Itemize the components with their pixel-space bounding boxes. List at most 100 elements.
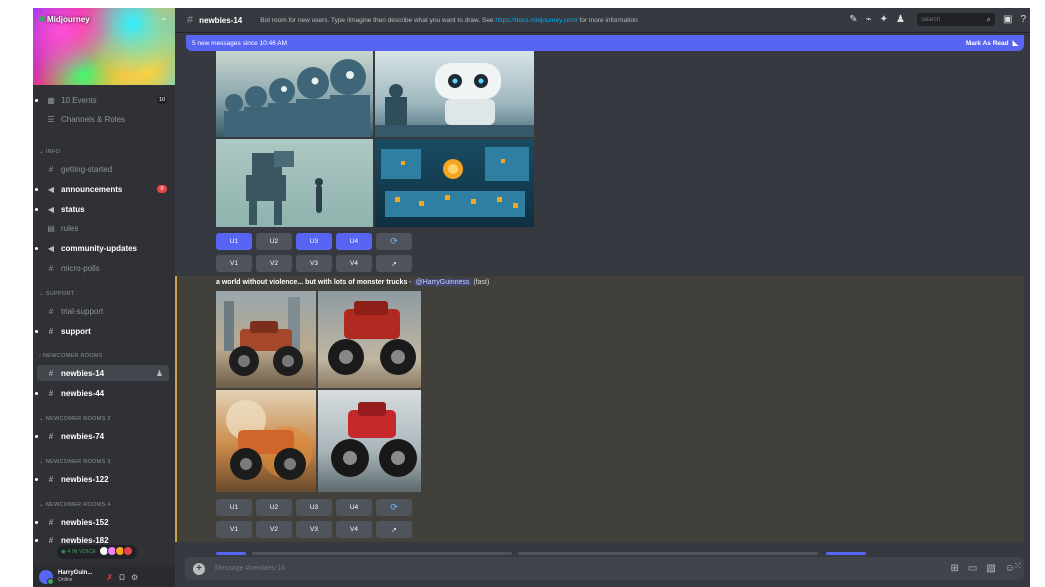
next-message-preview [216, 549, 896, 557]
open-web-button[interactable]: ↗ [376, 521, 412, 538]
sidebar-item-label: micro-polls [61, 263, 100, 273]
u3-button[interactable]: U3 [296, 233, 332, 250]
user-info[interactable]: HarryGuin... Online [58, 570, 92, 584]
category-info[interactable]: ⌄ INFO [39, 149, 60, 155]
speed-label: (fast) [471, 279, 490, 286]
voice-status-pill[interactable]: ◉ 4 IN VOICE [57, 545, 138, 559]
user-mention[interactable]: @HarryGuinness [413, 279, 472, 286]
v3-button[interactable]: V3 [296, 255, 332, 272]
server-banner[interactable]: Midjourney ⌄ [33, 8, 175, 85]
threads-icon[interactable]: ✎ [849, 14, 857, 25]
add-member-icon[interactable]: ♟ [156, 369, 163, 378]
image-tile[interactable] [375, 51, 534, 137]
sidebar-item-newbies-44[interactable]: # newbies-44 [33, 385, 175, 401]
search-box[interactable]: ⌕ [916, 13, 995, 26]
image-tile[interactable] [318, 291, 421, 388]
megaphone-icon: ◀ [47, 243, 55, 253]
image-grid-trucks[interactable] [216, 291, 421, 492]
image-tile[interactable] [216, 51, 373, 137]
v1-button[interactable]: V1 [216, 255, 252, 272]
help-icon[interactable]: ? [1020, 14, 1026, 25]
u1-button[interactable]: U1 [216, 499, 252, 516]
mic-muted-icon[interactable]: ✗ [106, 573, 113, 582]
sidebar-item-support[interactable]: # support [33, 323, 175, 339]
v4-button[interactable]: V4 [336, 255, 372, 272]
hash-icon: # [48, 388, 54, 398]
sidebar-item-newbies-122[interactable]: # newbies-122 [33, 471, 175, 487]
v4-button[interactable]: V4 [336, 521, 372, 538]
u2-button[interactable]: U2 [256, 499, 292, 516]
headphones-icon[interactable]: Ω [119, 573, 125, 582]
robot-lab-image [375, 63, 534, 137]
image-tile[interactable] [318, 390, 421, 492]
channel-title: newbies-14 [199, 15, 243, 25]
category-newcomer-rooms-4[interactable]: ⌄ NEWCOMER ROOMS 4 [39, 502, 111, 508]
category-newcomer-rooms-3[interactable]: ⌄ NEWCOMER ROOMS 3 [39, 459, 111, 465]
apps-icon[interactable]: ⁙ [1014, 561, 1022, 572]
sticker-icon[interactable]: ▧ [986, 563, 995, 574]
refresh-icon: ⟳ [390, 502, 398, 512]
mark-as-read-button[interactable]: Mark As Read ◣ [966, 39, 1018, 48]
hash-icon: # [48, 368, 54, 378]
sidebar-item-status[interactable]: ◀ status [33, 201, 175, 217]
sidebar-item-newbies-152[interactable]: # newbies-152 [33, 514, 175, 530]
open-web-button[interactable]: ↗ [376, 255, 412, 272]
u4-button[interactable]: U4 [336, 233, 372, 250]
chevron-down-icon[interactable]: ⌄ [160, 13, 167, 22]
user-panel: HarryGuin... Online ✗ Ω ⚙ [33, 567, 175, 587]
image-grid-robots[interactable] [216, 51, 534, 227]
inbox-icon[interactable]: ▣ [1003, 14, 1012, 25]
v3-button[interactable]: V3 [296, 521, 332, 538]
image-tile[interactable] [216, 390, 316, 492]
sidebar-item-newbies-74[interactable]: # newbies-74 [33, 428, 175, 444]
plus-icon[interactable]: + [193, 562, 205, 575]
sidebar-item-community-updates[interactable]: ◀ community-updates [33, 240, 175, 256]
category-support[interactable]: ⌄ SUPPORT [39, 291, 74, 297]
gear-icon[interactable]: ⚙ [131, 573, 138, 582]
category-newcomer-rooms-2[interactable]: ⌄ NEWCOMER ROOMS 2 [39, 416, 111, 422]
u4-button[interactable]: U4 [336, 499, 372, 516]
message-input[interactable] [213, 564, 951, 573]
image-tile[interactable] [216, 291, 316, 388]
sidebar-item-events[interactable]: ▦ 10 Events 10 [33, 92, 175, 108]
u3-button[interactable]: U3 [296, 499, 332, 516]
sidebar-item-micro-polls[interactable]: # micro-polls [33, 260, 175, 276]
sidebar-item-announcements[interactable]: ◀ announcements 8 [33, 181, 175, 197]
channel-topic[interactable]: Bot room for new users. Type /imagine th… [260, 17, 637, 24]
docs-link[interactable]: https://docs.midjourney.com/ [495, 17, 577, 24]
category-newcomer-rooms[interactable]: › NEWCOMER ROOMS [39, 353, 103, 359]
sidebar-item-label: newbies-182 [61, 535, 109, 545]
new-messages-banner[interactable]: 5 new messages since 10:46 AM Mark As Re… [186, 35, 1024, 51]
user-avatar[interactable] [39, 570, 54, 585]
gift-icon[interactable]: ⊞ [950, 563, 958, 574]
u1-button[interactable]: U1 [216, 233, 252, 250]
reroll-button[interactable]: ⟳ [376, 499, 412, 516]
channel-header: # newbies-14 Bot room for new users. Typ… [175, 8, 1030, 33]
category-label: NEWCOMER ROOMS 2 [45, 416, 111, 422]
sidebar-item-getting-started[interactable]: # getting-started [33, 161, 175, 177]
sidebar-item-rules[interactable]: ▤ rules [33, 220, 175, 236]
sidebar-item-channels-roles[interactable]: ☰ Channels & Roles [33, 111, 175, 127]
blurred-text [216, 552, 246, 555]
v1-button[interactable]: V1 [216, 521, 252, 538]
image-tile[interactable] [375, 139, 534, 227]
search-icon[interactable]: ⌕ [987, 15, 991, 25]
megaphone-icon: ◀ [47, 204, 55, 214]
v2-button[interactable]: V2 [256, 255, 292, 272]
gif-icon[interactable]: ▭ [968, 563, 977, 574]
search-input[interactable] [920, 16, 981, 23]
sidebar-item-newbies-14[interactable]: # newbies-14 ♟ [37, 365, 169, 381]
upscale-buttons-2: U1 U2 U3 U4 ⟳ [216, 499, 412, 516]
sidebar-item-trial-support[interactable]: # trial-support [33, 303, 175, 319]
member-list-icon[interactable]: ♟ [896, 14, 905, 25]
hash-icon: # [48, 431, 54, 441]
notification-bell-muted-icon[interactable]: ⌁ [866, 14, 872, 25]
u2-button[interactable]: U2 [256, 233, 292, 250]
reroll-button[interactable]: ⟳ [376, 233, 412, 250]
pin-icon[interactable]: ✦ [880, 14, 888, 25]
avatar [123, 546, 134, 556]
hash-icon: # [48, 474, 54, 484]
image-tile[interactable] [216, 139, 373, 227]
v2-button[interactable]: V2 [256, 521, 292, 538]
refresh-icon: ⟳ [390, 236, 398, 246]
